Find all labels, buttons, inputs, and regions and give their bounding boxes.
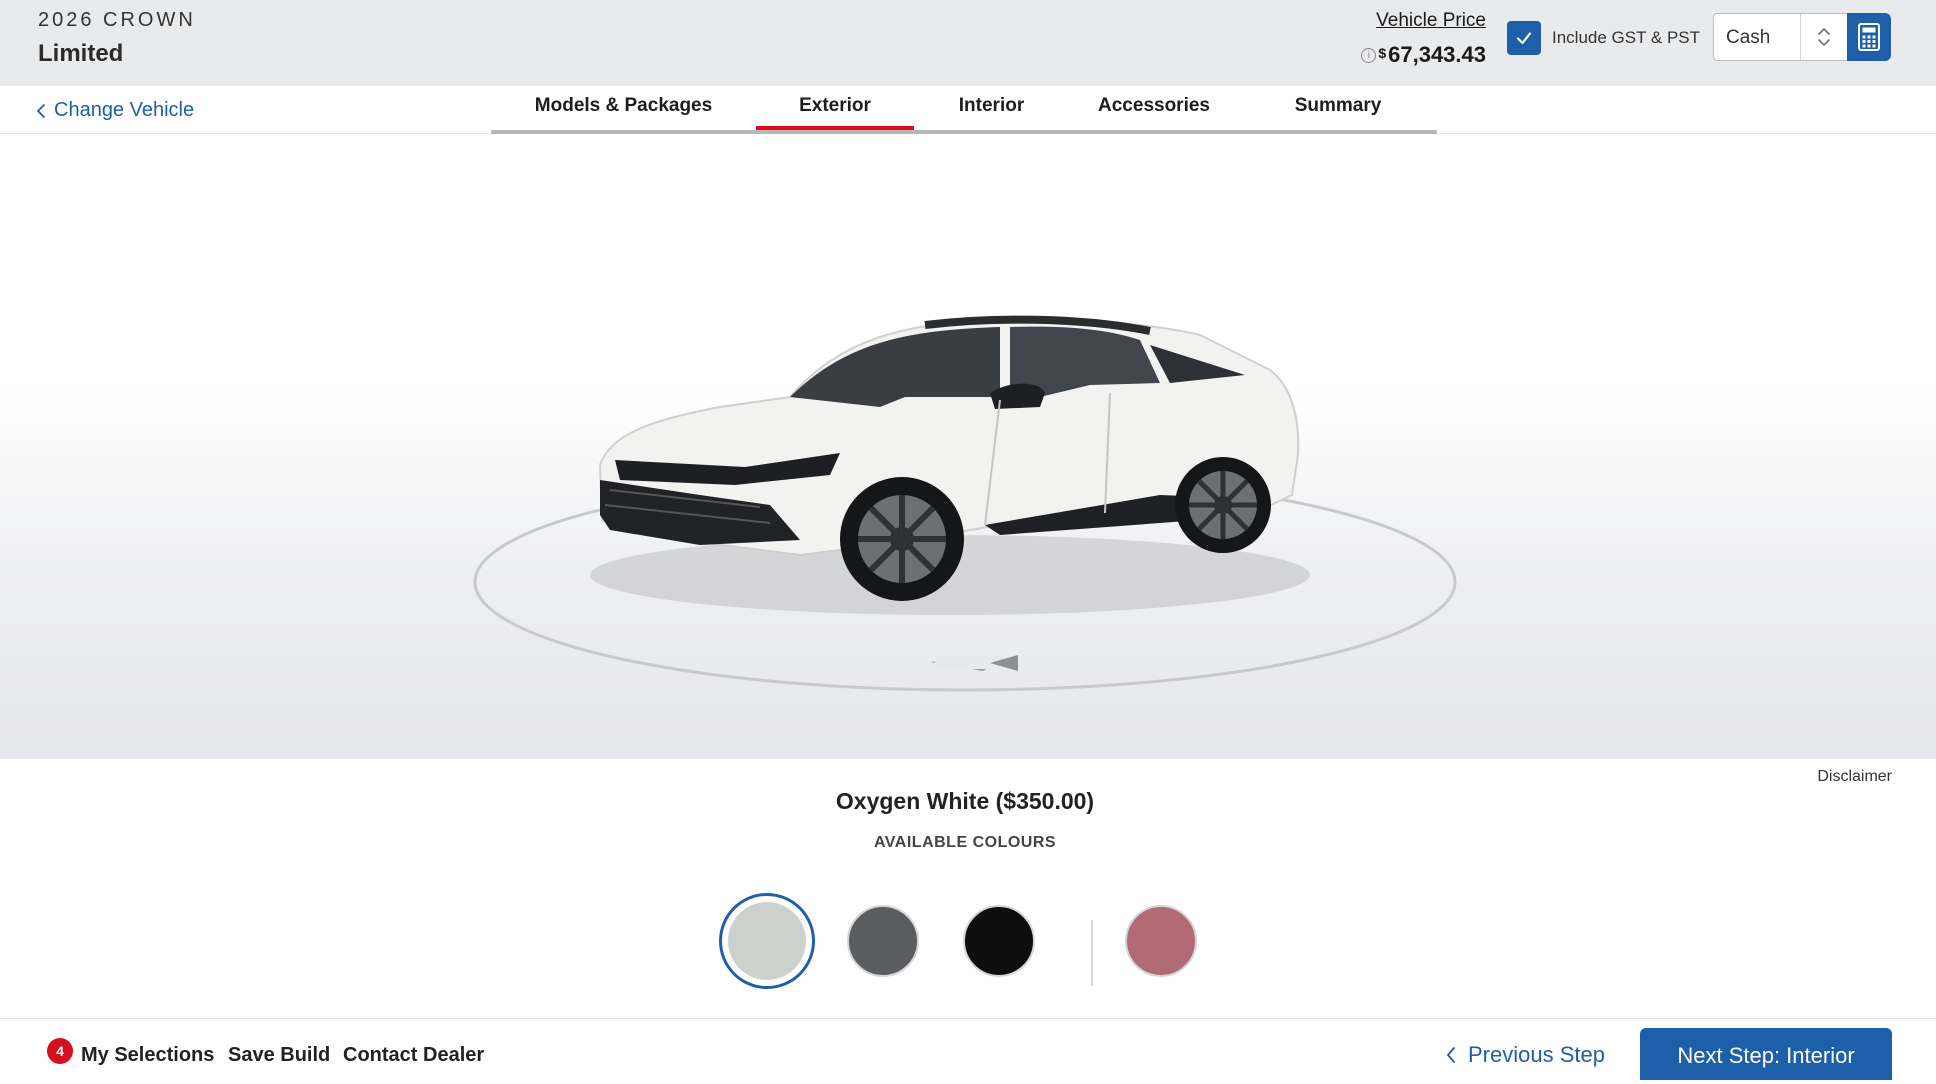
chevron-left-icon xyxy=(36,103,45,118)
save-build-button[interactable]: Save Build xyxy=(228,1044,330,1067)
vehicle-price-block: Vehicle Price i $ 67,343.43 xyxy=(1361,10,1486,68)
header-bar: 2026 CROWN Limited Vehicle Price i $ 67,… xyxy=(0,0,1936,86)
my-selections-button[interactable]: My Selections xyxy=(81,1044,214,1067)
contact-dealer-button[interactable]: Contact Dealer xyxy=(343,1044,484,1067)
colour-swatch-black[interactable] xyxy=(963,905,1035,977)
swatch-fill xyxy=(728,902,806,980)
next-step-button[interactable]: Next Step: Interior xyxy=(1640,1028,1892,1080)
vehicle-price-link[interactable]: Vehicle Price xyxy=(1361,10,1486,32)
colour-swatch-red[interactable] xyxy=(1125,905,1197,977)
active-tab-indicator xyxy=(756,126,914,130)
select-divider xyxy=(1800,14,1801,60)
vehicle-price: i $ 67,343.43 xyxy=(1361,42,1486,68)
change-vehicle-link[interactable]: Change Vehicle xyxy=(36,99,194,122)
vehicle-year-model: 2026 CROWN xyxy=(38,9,196,31)
step-tabs: Models & Packages Exterior Interior Acce… xyxy=(491,86,1437,134)
step-navigation: Change Vehicle Models & Packages Exterio… xyxy=(0,86,1936,134)
tab-summary[interactable]: Summary xyxy=(1239,95,1437,117)
checkmark-icon xyxy=(1516,32,1532,45)
tab-accessories[interactable]: Accessories xyxy=(1069,95,1239,117)
change-vehicle-label: Change Vehicle xyxy=(54,99,195,121)
tab-exterior[interactable]: Exterior xyxy=(756,95,914,117)
tab-interior[interactable]: Interior xyxy=(914,95,1069,117)
selected-colour-name: Oxygen White ($350.00) xyxy=(835,788,1095,814)
chevron-left-icon xyxy=(1446,1047,1455,1063)
disclaimer-link[interactable]: Disclaimer xyxy=(1817,768,1892,786)
info-icon[interactable]: i xyxy=(1361,47,1377,63)
colour-swatch-oxygen-white[interactable] xyxy=(719,893,815,989)
previous-step-button[interactable]: Previous Step xyxy=(1446,1042,1605,1068)
payment-type-value: Cash xyxy=(1726,27,1771,48)
selections-count-badge: 4 xyxy=(47,1038,73,1064)
payment-type-select[interactable]: Cash xyxy=(1713,13,1848,61)
payment-calculator-button[interactable] xyxy=(1847,13,1891,61)
tab-models-packages[interactable]: Models & Packages xyxy=(491,95,756,117)
include-tax-label[interactable]: Include GST & PST xyxy=(1552,28,1700,48)
vehicle-360-viewer[interactable] xyxy=(0,135,1936,759)
previous-step-label: Previous Step xyxy=(1468,1042,1605,1067)
vehicle-image xyxy=(473,315,1457,692)
vehicle-trim: Limited xyxy=(38,40,124,67)
calculator-icon xyxy=(1858,23,1880,51)
price-currency: $ xyxy=(1378,45,1387,61)
select-arrows-icon xyxy=(1818,27,1830,47)
colour-swatch-grey[interactable] xyxy=(847,905,919,977)
swatch-divider xyxy=(1091,920,1093,986)
price-amount: 67,343.43 xyxy=(1388,42,1486,67)
available-colours-label: AVAILABLE COLOURS xyxy=(873,834,1057,851)
include-tax-checkbox[interactable] xyxy=(1507,21,1541,55)
